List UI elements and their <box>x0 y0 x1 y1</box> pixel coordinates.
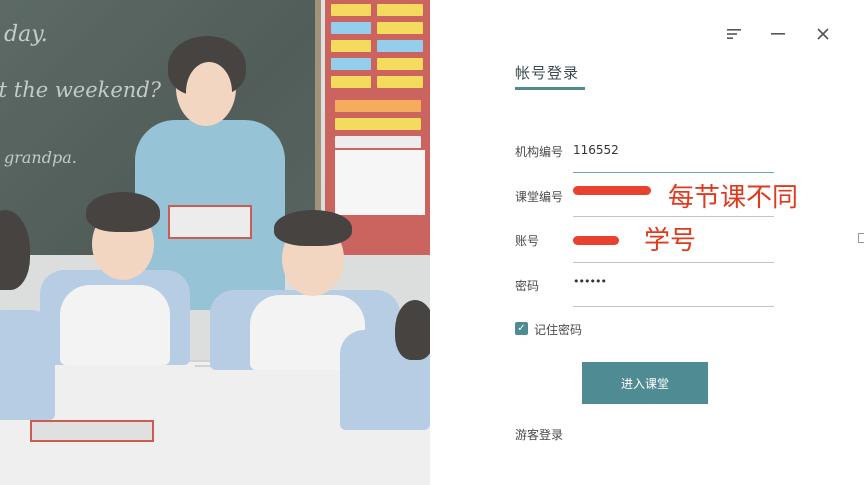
menu-lines-icon[interactable] <box>724 24 744 44</box>
password-label: 密码 <box>515 279 540 293</box>
classroom-photo: day. ot the weekend? grandpa. <box>0 0 430 485</box>
classroom-id-underline <box>573 216 774 217</box>
minimize-icon[interactable] <box>768 24 788 44</box>
org-id-field[interactable]: 116552 <box>573 143 619 157</box>
window-resize-handle[interactable] <box>858 233 864 243</box>
close-icon[interactable] <box>813 24 833 44</box>
classroom-id-label: 课堂编号 <box>515 190 564 204</box>
password-underline <box>573 306 774 307</box>
account-redaction <box>573 236 619 245</box>
account-label: 账号 <box>515 234 540 248</box>
guest-login-link[interactable]: 游客登录 <box>515 426 563 443</box>
org-id-underline <box>573 172 774 173</box>
password-field[interactable]: •••••• <box>573 275 607 288</box>
account-annotation: 学号 <box>644 226 697 256</box>
login-pane: 帐号登录 机构编号 116552 课堂编号 账号 密码 •••••• ✓ 记住密… <box>430 0 864 485</box>
remember-password-checkbox[interactable]: ✓ <box>515 322 528 335</box>
remember-password-label[interactable]: 记住密码 <box>534 321 582 338</box>
classroom-id-redaction <box>573 186 651 195</box>
enter-classroom-button[interactable]: 进入课堂 <box>582 362 708 404</box>
classroom-annotation: 每节课不同 <box>668 183 799 213</box>
account-underline <box>573 262 774 263</box>
account-login-tab[interactable]: 帐号登录 <box>515 62 579 83</box>
org-id-label: 机构编号 <box>515 145 564 159</box>
tab-underline <box>515 87 585 90</box>
